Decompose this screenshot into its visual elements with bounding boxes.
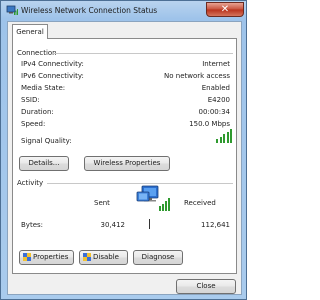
- signal-bar: [219, 136, 222, 143]
- properties-button[interactable]: Properties: [19, 250, 74, 265]
- media-state-value: Enabled: [201, 84, 230, 92]
- received-bytes-value: 112,641: [201, 221, 230, 229]
- disable-label: Disable: [93, 253, 119, 261]
- sent-label: Sent: [94, 199, 110, 207]
- status-dialog: Wireless Network Connection Status ✕ Gen…: [0, 0, 247, 300]
- duration-label: Duration:: [21, 108, 54, 116]
- sent-bytes-value: 30,412: [100, 221, 126, 229]
- dialog-client: General Connection IPv4 Connectivity: In…: [7, 21, 242, 295]
- general-panel: Connection IPv4 Connectivity: Internet I…: [12, 38, 237, 274]
- signal-bar: [223, 134, 225, 143]
- speed-label: Speed:: [21, 120, 46, 128]
- activity-heading: Activity: [17, 179, 44, 187]
- speed-value: 150.0 Mbps: [189, 120, 230, 128]
- details-button[interactable]: Details...: [19, 156, 69, 171]
- close-button[interactable]: Close: [176, 279, 236, 294]
- properties-label: Properties: [33, 253, 69, 261]
- disable-button[interactable]: Disable: [79, 250, 128, 265]
- duration-value: 00:00:34: [198, 108, 230, 116]
- wireless-network-icon: [6, 5, 18, 15]
- tab-general[interactable]: General: [12, 24, 48, 39]
- ipv4-value: Internet: [202, 60, 230, 68]
- wireless-properties-button[interactable]: Wireless Properties: [84, 156, 170, 171]
- ipv6-value: No network access: [164, 72, 230, 80]
- title-close-button[interactable]: ✕: [206, 2, 244, 17]
- connection-heading: Connection: [17, 49, 57, 57]
- signal-bar: [226, 131, 229, 143]
- close-icon: ✕: [220, 4, 230, 15]
- window-title: Wireless Network Connection Status: [21, 6, 158, 15]
- signal-quality-label: Signal Quality:: [21, 137, 72, 145]
- signal-bar: [230, 129, 232, 143]
- signal-bar: [216, 139, 218, 143]
- shield-icon: [83, 253, 91, 261]
- ssid-value: E4200: [207, 96, 230, 104]
- bytes-label: Bytes:: [21, 221, 44, 229]
- ipv6-label: IPv6 Connectivity:: [21, 72, 84, 80]
- ssid-label: SSID:: [21, 96, 40, 104]
- shield-icon: [23, 253, 31, 261]
- ipv4-label: IPv4 Connectivity:: [21, 60, 84, 68]
- media-state-label: Media State:: [21, 84, 66, 92]
- title-bar[interactable]: Wireless Network Connection Status ✕: [1, 1, 246, 21]
- signal-strength-icon: [216, 129, 234, 143]
- diagnose-button[interactable]: Diagnose: [133, 250, 183, 265]
- connection-divider: [53, 53, 233, 54]
- received-label: Received: [184, 199, 216, 207]
- network-computers-icon: [136, 185, 170, 211]
- activity-divider-tick: [149, 219, 150, 229]
